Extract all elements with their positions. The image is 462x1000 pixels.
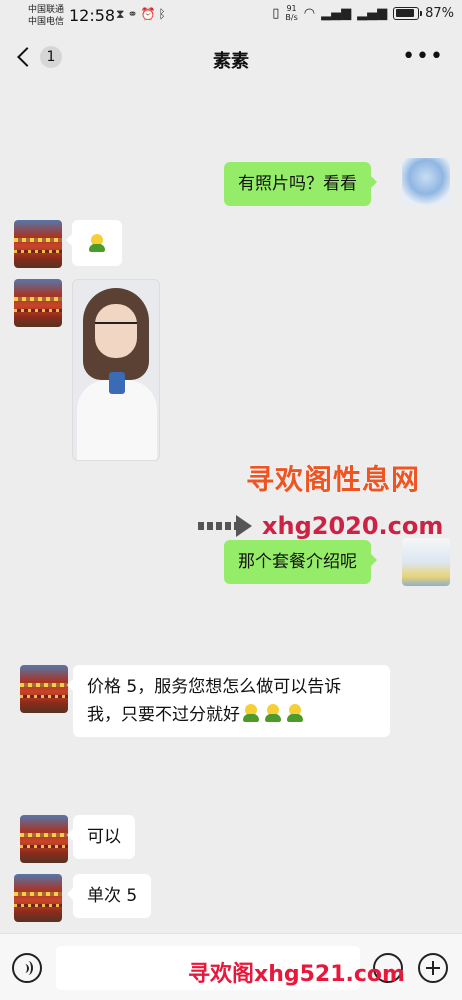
hourglass-icon: ⧗ xyxy=(116,7,128,21)
network-speed-unit: B/s xyxy=(285,13,298,22)
battery-percent: 87% xyxy=(425,5,454,21)
more-dots-icon[interactable]: ••• xyxy=(402,44,444,69)
avatar-contact[interactable] xyxy=(20,815,68,863)
emoji-icon xyxy=(241,703,261,723)
watermark-url-row: xhg2020.com xyxy=(198,512,443,540)
avatar-self[interactable] xyxy=(402,538,450,586)
status-right: ▯ 91 B/s ◠ ▂▄▆ ▂▄▆ 87% xyxy=(272,4,454,22)
message-bubble-in-emoji[interactable] xyxy=(66,220,122,266)
message-bubble-in[interactable]: 价格 5，服务您想怎么做可以告诉 我，只要不过分就好 xyxy=(67,665,390,737)
message-bubble-in[interactable]: 单次 5 xyxy=(66,874,152,918)
plus-icon[interactable] xyxy=(418,953,448,983)
arrow-right-icon xyxy=(198,515,254,537)
carrier-labels: 中国联通 中国电信 xyxy=(28,4,64,28)
voice-icon[interactable] xyxy=(12,953,42,983)
bluetooth-icon: ᛒ xyxy=(158,7,169,21)
wifi-icon: ◠ xyxy=(303,5,316,21)
message-bubble-out[interactable]: 有照片吗？看看 xyxy=(224,162,377,206)
message-bubble-out[interactable]: 那个套餐介绍呢 xyxy=(224,540,377,584)
photo-hand xyxy=(109,372,125,394)
network-speed: 91 B/s xyxy=(285,4,297,22)
avatar-contact[interactable] xyxy=(14,220,62,268)
carrier-2: 中国电信 xyxy=(28,17,65,27)
avatar-contact[interactable] xyxy=(14,874,62,922)
watermark-bottom: 寻欢阁xhg521.com xyxy=(188,962,405,987)
message-line-2-text: 我，只要不过分就好 xyxy=(87,705,240,725)
signal-icon-2: ▂▄▆ xyxy=(357,5,388,21)
vibrate-icon: ▯ xyxy=(272,5,280,21)
photo-glasses xyxy=(95,322,137,332)
watermark-url: xhg2020.com xyxy=(262,512,444,540)
avatar-contact[interactable] xyxy=(14,279,62,327)
clock: 12:58 xyxy=(69,6,116,25)
link-icon: ⚭ xyxy=(127,7,141,21)
watermark-title: 寻欢阁性息网 xyxy=(246,463,421,496)
signal-icon-1: ▂▄▆ xyxy=(321,5,352,21)
chat-title: 素素 xyxy=(213,51,249,72)
message-line-2: 我，只要不过分就好 xyxy=(87,701,376,729)
network-speed-value: 91 xyxy=(286,4,297,13)
input-bar: 寻欢阁xhg521.com xyxy=(0,933,462,1000)
status-bar: 中国联通 中国电信 12:58 ⧗⚭⏰ᛒ ▯ 91 B/s ◠ ▂▄▆ ▂▄▆ … xyxy=(0,0,462,32)
carrier-1: 中国联通 xyxy=(28,5,65,15)
battery-icon xyxy=(393,6,423,20)
alarm-icon: ⏰ xyxy=(140,7,159,21)
message-photo[interactable] xyxy=(72,279,160,461)
avatar-self[interactable] xyxy=(402,158,450,206)
message-bubble-in[interactable]: 可以 xyxy=(67,815,135,859)
nav-bar: 1 素素 ••• xyxy=(0,32,462,88)
chat-area[interactable]: 有照片吗？看看 寻欢阁性息网 xhg2020.com 那个套餐介绍呢 价格 5，… xyxy=(0,88,462,933)
battery-fill xyxy=(395,9,414,17)
avatar-contact[interactable] xyxy=(20,665,68,713)
emoji-icon xyxy=(285,703,305,723)
status-icons: ⧗⚭⏰ᛒ xyxy=(116,7,169,22)
emoji-icon xyxy=(87,233,107,253)
emoji-icon xyxy=(263,703,283,723)
message-line-1: 价格 5，服务您想怎么做可以告诉 xyxy=(87,677,342,697)
